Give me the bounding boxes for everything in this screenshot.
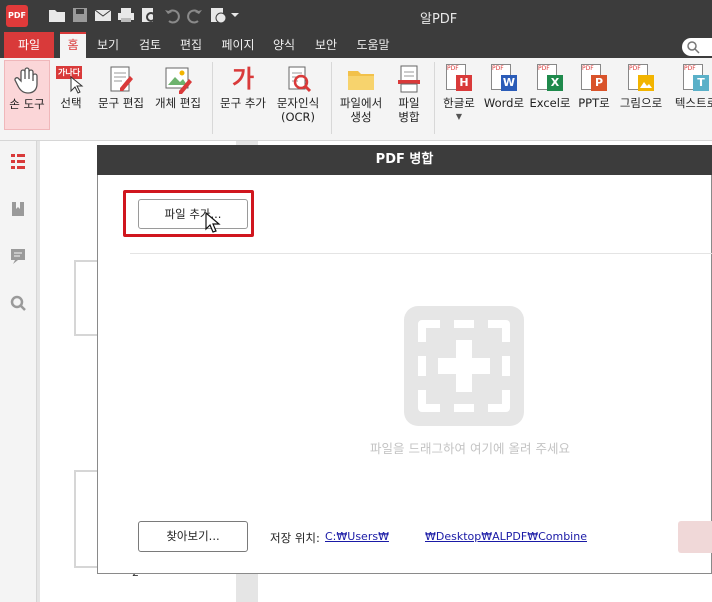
select-text-icon: 가나다 (56, 64, 86, 94)
tab-review[interactable]: 검토 (134, 32, 166, 58)
hand-tool-button[interactable]: 손 도구 (4, 60, 50, 130)
search-icon (687, 41, 700, 54)
word-file-icon: PDF W (489, 64, 519, 94)
excel-badge: X (547, 75, 563, 91)
ribbon-separator (434, 62, 435, 134)
tab-file[interactable]: 파일 (4, 32, 54, 58)
search-icon[interactable] (9, 294, 27, 312)
convert-to-text-label: 텍스트로 (674, 96, 712, 110)
merge-files-button[interactable]: 파일 병합 (390, 60, 428, 130)
add-file-drop-icon[interactable] (404, 306, 524, 426)
create-from-file-label-sub: 생성 (350, 110, 372, 124)
convert-to-word-label: Word로 (483, 96, 525, 110)
search-box[interactable] (682, 38, 712, 56)
ppt-file-icon: PDF P (579, 64, 609, 94)
open-folder-icon[interactable] (48, 6, 66, 24)
ribbon-separator (331, 62, 332, 134)
convert-to-excel-button[interactable]: PDF X Excel로 (528, 60, 572, 130)
object-edit-button[interactable]: 개체 편집 (151, 60, 205, 130)
save-location-label: 저장 위치: (270, 531, 320, 545)
browse-button[interactable]: 찾아보기... (138, 521, 248, 552)
ocr-button[interactable]: 문자인식 (OCR) (272, 60, 324, 130)
ocr-label: 문자인식 (276, 96, 320, 110)
window-title: 알PDF (420, 12, 458, 27)
undo-icon[interactable] (163, 6, 181, 24)
merge-files-label-sub: 병합 (398, 110, 420, 124)
ocr-icon (288, 66, 312, 93)
mouse-cursor-icon (205, 212, 221, 233)
hwp-badge: H (456, 75, 472, 91)
create-from-file-label: 파일에서 (339, 96, 383, 110)
bookmark-icon[interactable] (9, 200, 27, 218)
hand-icon (14, 67, 38, 94)
tab-help[interactable]: 도움말 (350, 32, 396, 58)
convert-to-ppt-label: PPT로 (578, 96, 610, 110)
hand-tool-label: 손 도구 (9, 97, 45, 111)
text-badge: T (693, 75, 709, 91)
select-button[interactable]: 가나다 선택 (52, 60, 90, 130)
save-path-link[interactable]: ₩Desktop₩ALPDF₩Combine (425, 530, 587, 543)
add-text-icon: 가 (231, 65, 255, 93)
word-badge: W (501, 75, 517, 91)
add-text-label: 문구 추가 (220, 96, 266, 110)
thumbnails-icon[interactable] (9, 152, 27, 170)
merge-button[interactable] (678, 521, 712, 553)
convert-to-image-button[interactable]: PDF 그림으로 (616, 60, 666, 130)
tab-page[interactable]: 페이지 (216, 32, 260, 58)
dropdown-arrow-icon[interactable]: ▼ (438, 110, 480, 124)
comment-icon[interactable] (9, 247, 27, 265)
text-file-icon: PDF T (681, 64, 711, 94)
text-edit-icon (110, 66, 133, 92)
convert-to-ppt-button[interactable]: PDF P PPT로 (574, 60, 614, 130)
history-clock-icon[interactable] (209, 6, 227, 24)
mail-icon[interactable] (94, 6, 112, 24)
ribbon-separator (212, 62, 213, 134)
hwp-file-icon: PDF H (444, 64, 474, 94)
merge-files-icon (398, 65, 420, 93)
mountain-icon (640, 82, 652, 88)
merge-files-label: 파일 (398, 96, 420, 110)
add-text-button[interactable]: 가 문구 추가 (216, 60, 270, 130)
create-from-file-button[interactable]: 파일에서 생성 (336, 60, 386, 130)
arrow-cursor-icon (70, 76, 84, 94)
print-icon[interactable] (117, 6, 135, 24)
convert-to-text-button[interactable]: PDF T 텍스트로 (668, 60, 712, 130)
save-icon[interactable] (71, 6, 89, 24)
image-file-icon: PDF (626, 64, 656, 94)
convert-to-hwp-button[interactable]: PDF H 한글로 ▼ (438, 60, 480, 130)
tab-view[interactable]: 보기 (92, 32, 124, 58)
excel-file-icon: PDF X (535, 64, 565, 94)
convert-to-excel-label: Excel로 (529, 96, 571, 110)
tab-home[interactable]: 홈 (60, 32, 86, 58)
select-label: 선택 (60, 96, 82, 110)
ppt-badge: P (591, 75, 607, 91)
drop-hint: 파일을 드래그하여 여기에 올려 주세요 (370, 441, 570, 456)
convert-to-hwp-label: 한글로 (443, 96, 475, 110)
tab-form[interactable]: 양식 (268, 32, 300, 58)
convert-to-word-button[interactable]: PDF W Word로 (482, 60, 526, 130)
dialog-title: PDF 병합 (97, 145, 712, 175)
chevron-down-icon[interactable] (230, 6, 240, 24)
text-edit-button[interactable]: 문구 편집 (96, 60, 146, 130)
add-file-button[interactable]: 파일 추가... (138, 199, 248, 229)
save-path-link[interactable]: C:₩Users₩ (325, 530, 389, 543)
redo-icon[interactable] (186, 6, 204, 24)
divider (130, 253, 712, 254)
app-logo: PDF (6, 5, 28, 27)
object-edit-icon (165, 67, 192, 94)
convert-to-image-label: 그림으로 (619, 96, 663, 110)
ocr-label-sub: (OCR) (280, 110, 316, 124)
object-edit-label: 개체 편집 (155, 96, 201, 110)
print-preview-icon[interactable] (140, 6, 158, 24)
tab-edit[interactable]: 편집 (175, 32, 207, 58)
folder-icon (348, 71, 374, 90)
text-edit-label: 문구 편집 (98, 96, 144, 110)
tab-security[interactable]: 보안 (310, 32, 342, 58)
